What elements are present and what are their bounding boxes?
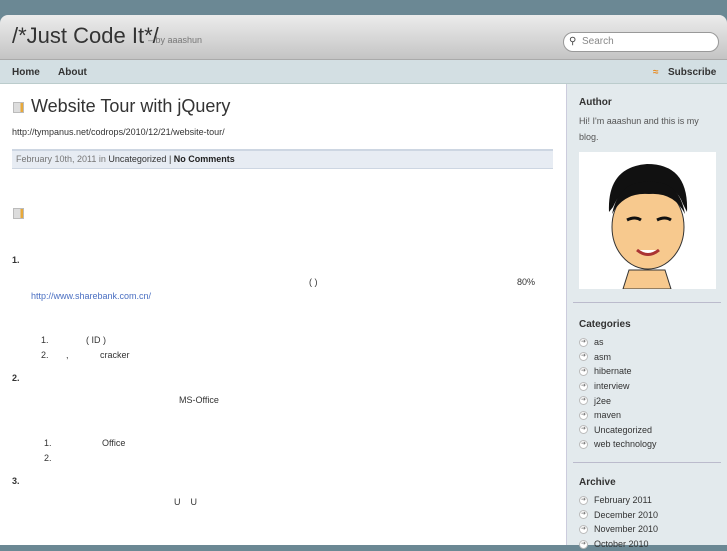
list-text: , (66, 350, 69, 360)
post-category[interactable]: Uncategorized (108, 154, 166, 164)
category-item[interactable]: ➜ hibernate (579, 364, 657, 379)
post-image-icon (13, 208, 24, 219)
category-label[interactable]: interview (594, 381, 630, 391)
subscribe-link[interactable]: Subscribe (668, 67, 716, 78)
archive-label[interactable]: December 2010 (594, 510, 658, 520)
list-text: cracker (100, 350, 130, 360)
category-item[interactable]: ➜ interview (579, 379, 657, 394)
post-date: February 10th, 2011 in (16, 154, 109, 164)
section-2: 2. (12, 373, 20, 383)
author-text: Hi! I'm aaashun and this is my blog. (579, 116, 699, 142)
section-3: 3. (12, 476, 20, 486)
post-comments[interactable]: No Comments (174, 154, 235, 164)
text-uu: U U (174, 497, 198, 507)
list-num: 1. (41, 335, 49, 345)
sidebar-divider (573, 302, 721, 303)
archive-heading: Archive (579, 477, 616, 488)
site-byline: – by aaashun (148, 35, 203, 45)
nav-about[interactable]: About (58, 67, 87, 78)
arrow-icon: ➜ (579, 524, 588, 534)
rss-icon: ≈ (653, 67, 659, 78)
author-heading: Author (579, 97, 612, 108)
sharebank-link[interactable]: http://www.sharebank.com.cn/ (31, 291, 151, 301)
category-label[interactable]: web technology (594, 439, 657, 449)
categories-heading: Categories (579, 319, 631, 330)
archive-item[interactable]: ➜ November 2010 (579, 522, 658, 537)
archive-list: ➜ February 2011 ➜ December 2010 ➜ November … (579, 493, 658, 551)
main-nav: Home About ≈ Subscribe (0, 60, 727, 84)
category-item[interactable]: ➜ web technology (579, 437, 657, 452)
category-label[interactable]: as (594, 337, 604, 347)
arrow-icon: ➜ (579, 352, 588, 362)
category-label[interactable]: maven (594, 410, 621, 420)
arrow-icon: ➜ (579, 337, 588, 347)
post-title[interactable]: Website Tour with jQuery (31, 96, 230, 117)
list-num: 2. (41, 350, 49, 360)
site-title[interactable]: /*Just Code It*/ (12, 23, 159, 49)
arrow-icon: ➜ (579, 510, 588, 520)
text-msoffice: MS-Office (179, 395, 219, 405)
meta-separator: | (166, 154, 174, 164)
archive-label[interactable]: February 2011 (594, 495, 652, 505)
arrow-icon: ➜ (579, 425, 588, 435)
search-icon: ⚲ (569, 36, 577, 47)
category-item[interactable]: ➜ j2ee (579, 393, 657, 408)
search-input[interactable]: ⚲ Search (563, 32, 719, 52)
list-num: 2. (44, 453, 52, 463)
author-avatar (579, 152, 716, 290)
sidebar: Author Hi! I'm aaashun and this is my bl… (566, 84, 727, 549)
arrow-icon: ➜ (579, 381, 588, 391)
arrow-icon: ➜ (579, 495, 588, 505)
archive-item[interactable]: ➜ October 2010 (579, 537, 658, 551)
site-header: /*Just Code It*/ – by aaashun ⚲ Search (0, 15, 727, 60)
category-label[interactable]: hibernate (594, 366, 632, 376)
category-label[interactable]: asm (594, 352, 611, 362)
arrow-icon: ➜ (579, 396, 588, 406)
arrow-icon: ➜ (579, 410, 588, 420)
list-text: Office (102, 438, 126, 448)
sidebar-divider (573, 462, 721, 463)
archive-label[interactable]: November 2010 (594, 524, 658, 534)
search-placeholder: Search (582, 36, 614, 47)
post-meta: February 10th, 2011 in Uncategorized | N… (12, 149, 553, 169)
category-label[interactable]: j2ee (594, 396, 611, 406)
main-content: Website Tour with jQuery http://tympanus… (0, 84, 566, 545)
list-text: ( ID ) (86, 335, 106, 345)
arrow-icon: ➜ (579, 539, 588, 549)
list-num: 1. (44, 438, 52, 448)
post-source-url: http://tympanus.net/codrops/2010/12/21/w… (12, 127, 225, 137)
archive-item[interactable]: ➜ February 2011 (579, 493, 658, 508)
text-paren: ( ) (309, 277, 318, 287)
category-item[interactable]: ➜ maven (579, 408, 657, 423)
category-label[interactable]: Uncategorized (594, 425, 652, 435)
nav-home[interactable]: Home (12, 67, 40, 78)
arrow-icon: ➜ (579, 366, 588, 376)
post-icon (13, 102, 24, 113)
categories-list: ➜ as ➜ asm ➜ hibernate ➜ interview ➜ j2ee ➜ ma… (579, 335, 657, 452)
text-percent: 80% (517, 277, 536, 287)
section-1: 1. (12, 255, 20, 265)
arrow-icon: ➜ (579, 439, 588, 449)
category-item[interactable]: ➜ Uncategorized (579, 423, 657, 438)
archive-item[interactable]: ➜ December 2010 (579, 508, 658, 523)
category-item[interactable]: ➜ as (579, 335, 657, 350)
category-item[interactable]: ➜ asm (579, 350, 657, 365)
archive-label[interactable]: October 2010 (594, 539, 649, 549)
